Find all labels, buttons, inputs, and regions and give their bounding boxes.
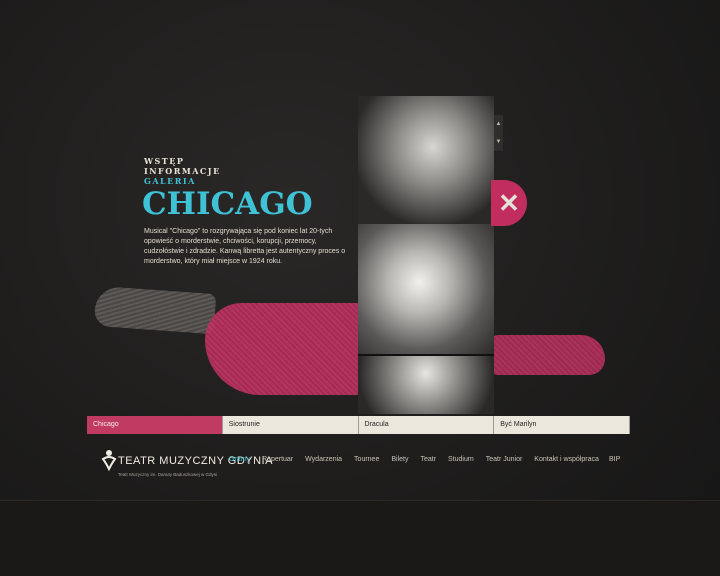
footer-band	[0, 500, 720, 576]
nav-item-bilety[interactable]: Bilety	[391, 456, 408, 463]
hero-figure-legs	[93, 285, 217, 335]
gallery-photo-2[interactable]	[358, 224, 494, 354]
nav-item-teatr[interactable]: Teatr	[420, 456, 436, 463]
section-submenu: WSTĘP INFORMACJE GALERIA	[144, 156, 221, 186]
submenu-item-galeria[interactable]: GALERIA	[144, 176, 221, 186]
triangle-down-icon[interactable]: ▼	[494, 133, 503, 151]
hero-figure-arm	[490, 335, 605, 375]
gallery-photo-1[interactable]	[358, 96, 494, 224]
triangle-up-icon[interactable]: ▲	[494, 115, 503, 133]
submenu-item-informacje[interactable]: INFORMACJE	[144, 166, 221, 176]
hero-figure-body	[205, 303, 365, 395]
nav-item-teatr-junior[interactable]: Teatr Junior	[486, 456, 523, 463]
site-logo[interactable]: TEATR MUZYCZNY GDYNIA Teatr Muzyczny im.…	[100, 447, 272, 487]
close-x-icon: ✕	[498, 187, 520, 218]
nav-item-wydarzenia[interactable]: Wydarzenia	[305, 456, 342, 463]
nav-item-kontakt[interactable]: Kontakt i współpraca	[534, 456, 599, 463]
theatre-logo-icon	[101, 450, 117, 471]
show-title: CHICAGO	[142, 186, 313, 222]
gallery-scroll-control: ▲ ▼	[494, 115, 503, 151]
logo-subtitle: Teatr Muzyczny im. Danuty Baduszkowej w …	[118, 472, 218, 477]
tab-siostrunie[interactable]: Siostrunie	[222, 416, 359, 434]
show-tabs: Chicago Siostrunie Dracula Być Marilyn	[87, 416, 630, 434]
photo-gallery	[358, 96, 494, 414]
tab-dracula[interactable]: Dracula	[358, 416, 495, 434]
submenu-item-wstep[interactable]: WSTĘP	[144, 156, 221, 166]
main-navigation: Gramy Repertuar Wydarzenia Tournee Bilet…	[229, 456, 611, 463]
bip-link[interactable]: BIP	[609, 456, 620, 463]
nav-item-tournee[interactable]: Tournee	[354, 456, 379, 463]
tab-byc-marilyn[interactable]: Być Marilyn	[494, 416, 630, 434]
show-description: Musical "Chicago" to rozgrywająca się po…	[144, 228, 346, 265]
nav-item-studium[interactable]: Studium	[448, 456, 474, 463]
nav-item-gramy[interactable]: Gramy	[229, 456, 250, 463]
tab-chicago[interactable]: Chicago	[87, 416, 223, 434]
nav-item-repertuar[interactable]: Repertuar	[262, 456, 293, 463]
gallery-photo-3[interactable]	[358, 356, 494, 414]
